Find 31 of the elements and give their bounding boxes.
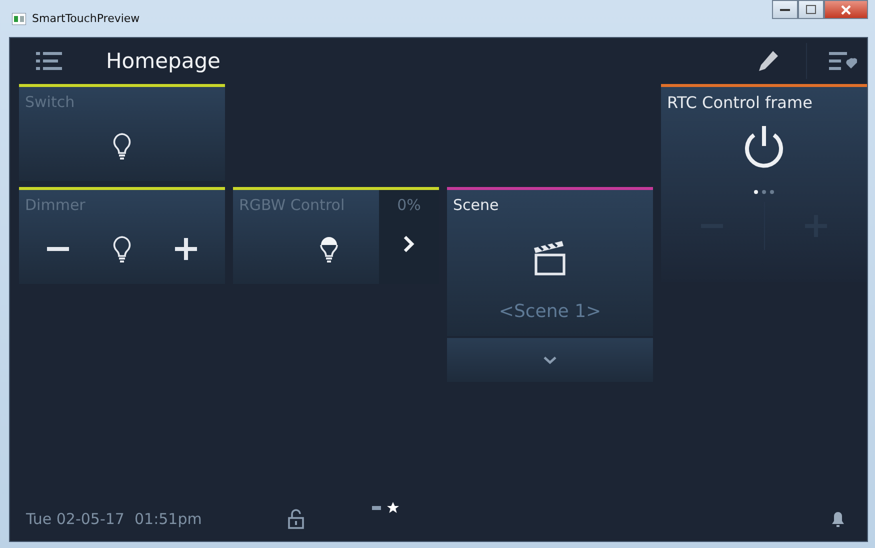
window-title: SmartTouchPreview bbox=[32, 12, 140, 25]
clapperboard-icon bbox=[533, 240, 567, 276]
tile-label: RTC Control frame bbox=[666, 92, 814, 112]
tile-label: Scene bbox=[452, 195, 500, 214]
level-reading: 0% bbox=[397, 195, 421, 214]
bulb-icon bbox=[112, 132, 132, 160]
minimize-button[interactable] bbox=[772, 0, 798, 19]
pencil-icon[interactable] bbox=[756, 49, 780, 73]
page-title: Homepage bbox=[106, 49, 220, 73]
lock-icon[interactable] bbox=[288, 509, 304, 529]
time-text: 01:51pm bbox=[134, 510, 202, 528]
bulb-icon[interactable] bbox=[319, 235, 339, 263]
close-button[interactable] bbox=[824, 0, 868, 19]
bulb-icon[interactable] bbox=[112, 235, 132, 263]
close-icon bbox=[841, 4, 851, 14]
chevron-right-icon bbox=[403, 235, 415, 253]
app-icon bbox=[12, 12, 26, 24]
page-indicator-icon[interactable] bbox=[372, 506, 381, 510]
chevron-down-icon bbox=[543, 356, 557, 364]
star-icon[interactable] bbox=[386, 502, 399, 514]
maximize-button[interactable] bbox=[798, 0, 824, 19]
scene-name: <Scene 1> bbox=[498, 301, 602, 324]
plus-icon[interactable] bbox=[175, 238, 198, 260]
menu-icon[interactable] bbox=[36, 51, 62, 71]
minus-icon[interactable] bbox=[46, 246, 69, 252]
bell-icon[interactable] bbox=[831, 511, 845, 527]
list-heart-icon[interactable] bbox=[829, 51, 857, 71]
maximize-icon bbox=[806, 5, 816, 14]
minimize-icon bbox=[780, 8, 790, 12]
scene-tile[interactable]: Scene <Scene 1> bbox=[447, 187, 653, 336]
date-text: Tue 02-05-17 bbox=[26, 510, 124, 528]
